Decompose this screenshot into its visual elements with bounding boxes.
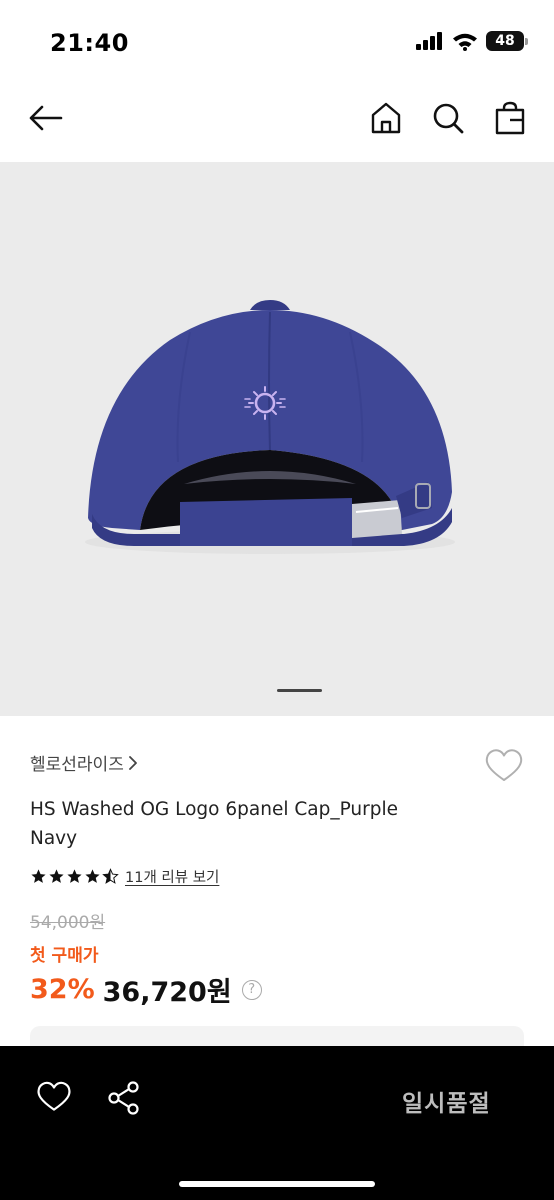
- soldout-button[interactable]: 일시품절: [402, 1084, 491, 1118]
- status-time: 21:40: [50, 29, 129, 57]
- back-button[interactable]: [26, 98, 66, 138]
- back-arrow-icon: [29, 105, 63, 131]
- heart-icon: [37, 1081, 71, 1111]
- heart-icon: [485, 749, 523, 781]
- star-icon: [49, 869, 64, 883]
- brand-link[interactable]: 헬로선라이즈: [30, 750, 138, 775]
- star-icon: [31, 869, 46, 883]
- share-button[interactable]: [106, 1080, 142, 1116]
- original-price: 54,000원: [30, 913, 106, 933]
- review-link[interactable]: 11개 리뷰 보기: [125, 866, 219, 887]
- home-icon: [371, 102, 401, 134]
- star-rating: [30, 868, 119, 885]
- chevron-right-icon: [128, 755, 137, 770]
- search-icon: [433, 103, 464, 134]
- sale-price: 36,720원: [102, 977, 232, 1008]
- status-bar: 21:40 48: [0, 0, 554, 80]
- signal-icon: [416, 32, 442, 50]
- home-button[interactable]: [366, 98, 406, 138]
- cart-button[interactable]: [490, 98, 530, 138]
- cap-image: [85, 300, 455, 554]
- battery-icon: 48: [486, 31, 528, 51]
- share-icon: [108, 1081, 139, 1115]
- home-indicator: [179, 1181, 375, 1187]
- product-title: HS Washed OG Logo 6panel Cap_Purple Navy: [30, 799, 399, 849]
- bottom-action-bar: 일시품절: [0, 1046, 554, 1200]
- discount-rate: 32%: [30, 974, 95, 1005]
- bottom-wishlist-button[interactable]: [36, 1080, 72, 1116]
- brand-name: 헬로선라이즈: [30, 755, 124, 775]
- status-icons: 48: [416, 31, 528, 51]
- star-icon: [67, 869, 82, 883]
- rating-row: 11개 리뷰 보기: [30, 866, 219, 887]
- wishlist-button[interactable]: [484, 748, 524, 784]
- price-row: 32% 36,720원 ?: [30, 970, 262, 1009]
- shopping-bag-icon: [495, 101, 525, 135]
- header: [0, 80, 554, 162]
- wifi-icon: [453, 33, 477, 51]
- image-pager-indicator: [277, 689, 322, 692]
- search-button[interactable]: [428, 98, 468, 138]
- star-icon: [85, 869, 100, 883]
- star-half-icon: [102, 868, 119, 884]
- help-icon[interactable]: ?: [241, 979, 262, 1000]
- first-purchase-label: 첫 구매가: [30, 946, 99, 966]
- product-image[interactable]: [0, 162, 554, 716]
